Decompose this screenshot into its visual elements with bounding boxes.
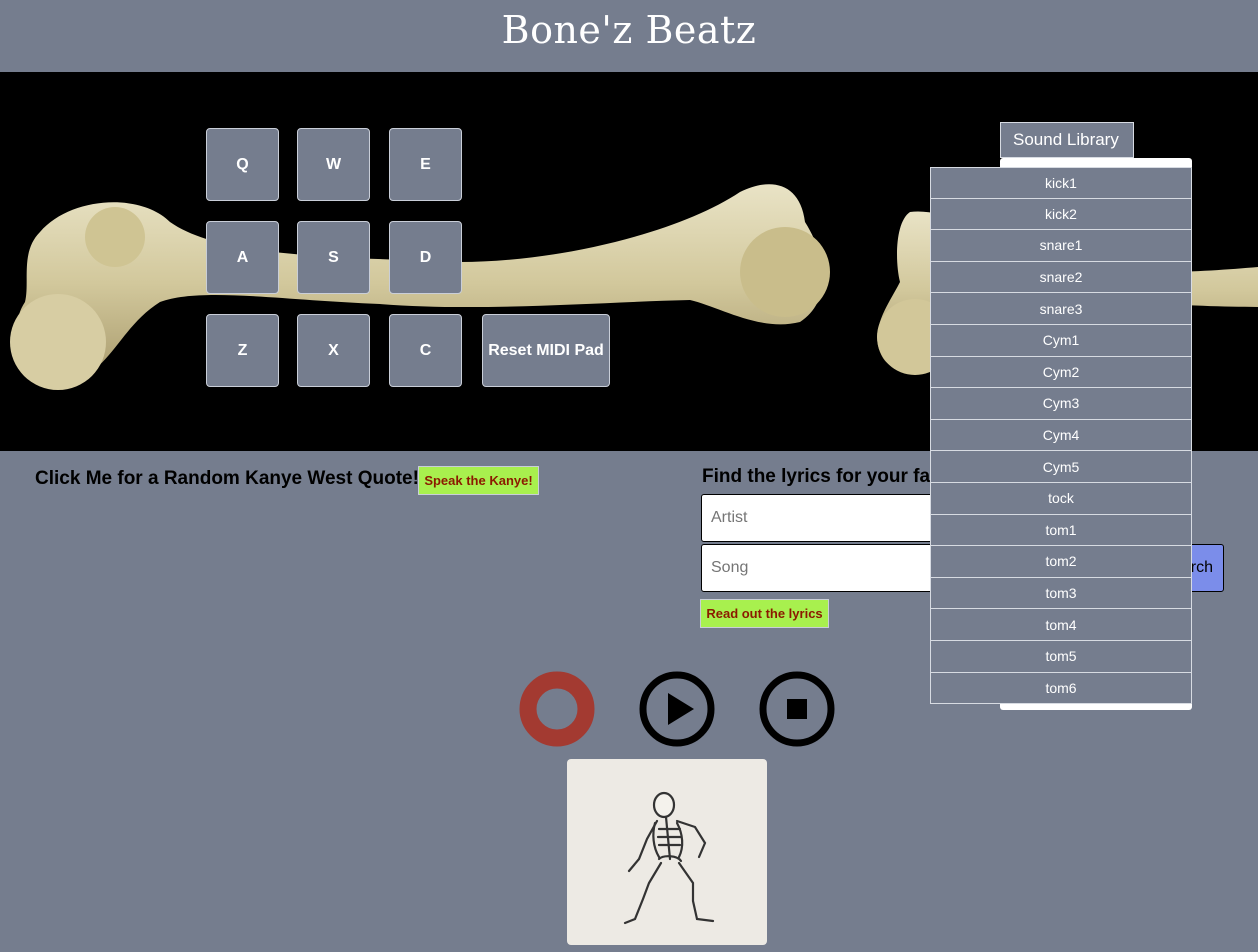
pad-c[interactable]: C (389, 314, 462, 387)
sound-library-item[interactable]: Cym3 (930, 388, 1192, 420)
pad-q[interactable]: Q (206, 128, 279, 201)
pad-a[interactable]: A (206, 221, 279, 294)
sound-library-item[interactable]: tom5 (930, 640, 1192, 673)
speak-kanye-button[interactable]: Speak the Kanye! (418, 466, 539, 495)
record-icon[interactable] (519, 671, 595, 747)
pad-e[interactable]: E (389, 128, 462, 201)
pad-z[interactable]: Z (206, 314, 279, 387)
sound-library-menu: kick1 kick2 snare1 snare2 snare3 Cym1 Cym2 Cym3… (930, 167, 1192, 705)
reset-midi-button[interactable]: Reset MIDI Pad (482, 314, 610, 387)
sound-library-item[interactable]: tom3 (930, 577, 1192, 610)
sound-library-item[interactable]: Cym2 (930, 356, 1192, 389)
sound-library-item[interactable]: Cym1 (930, 324, 1192, 357)
stop-icon[interactable] (759, 671, 835, 747)
skeleton-icon (623, 791, 715, 925)
header: Bone'z Beatz (0, 0, 1258, 72)
sound-library-item[interactable]: kick1 (930, 167, 1192, 199)
kanye-quote-label: Click Me for a Random Kanye West Quote! (35, 468, 419, 489)
sound-library-item[interactable]: snare1 (930, 230, 1192, 262)
pad-s[interactable]: S (297, 221, 370, 294)
pad-x[interactable]: X (297, 314, 370, 387)
sound-library-item[interactable]: tom2 (930, 546, 1192, 578)
dancing-skeleton-image (567, 759, 767, 945)
read-lyrics-button[interactable]: Read out the lyrics (700, 599, 829, 628)
sound-library-item[interactable]: tom6 (930, 672, 1192, 705)
play-icon[interactable] (639, 671, 715, 747)
sound-library-item[interactable]: kick2 (930, 198, 1192, 231)
pad-d[interactable]: D (389, 221, 462, 294)
sound-library-item[interactable]: tom4 (930, 609, 1192, 641)
sound-library-item[interactable]: tom1 (930, 514, 1192, 547)
sound-library-item[interactable]: snare2 (930, 261, 1192, 294)
sound-library-item[interactable]: Cym5 (930, 451, 1192, 483)
pad-w[interactable]: W (297, 128, 370, 201)
lyrics-label: Find the lyrics for your fav (702, 466, 941, 487)
sound-library-item[interactable]: Cym4 (930, 419, 1192, 452)
sound-library-item[interactable]: tock (930, 482, 1192, 515)
sound-library-item[interactable]: snare3 (930, 293, 1192, 325)
sound-library-button[interactable]: Sound Library (1000, 122, 1134, 158)
page-title: Bone'z Beatz (501, 8, 757, 52)
